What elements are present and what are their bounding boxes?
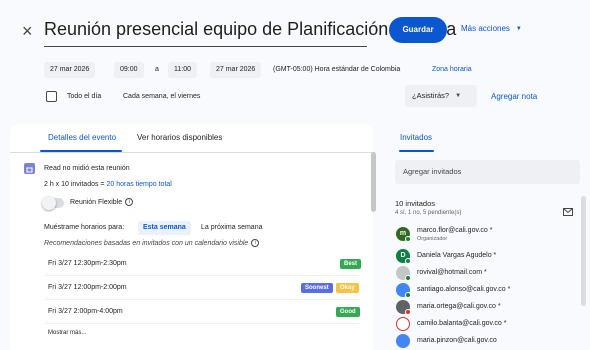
- time-separator: a: [155, 66, 159, 73]
- details-scrollbar[interactable]: [371, 152, 376, 212]
- slot-option[interactable]: Fri 3/27 2:00pm-4:00pm: [48, 307, 123, 317]
- recurrence-dropdown[interactable]: Cada semana, el viernes: [123, 90, 200, 104]
- slot-divider: [44, 275, 359, 276]
- best-badge: Best: [340, 259, 362, 269]
- avatar: [396, 334, 410, 348]
- info-icon[interactable]: i: [125, 198, 134, 207]
- accepted-icon: [405, 236, 411, 242]
- all-day-checkbox[interactable]: [46, 91, 57, 102]
- tab-divider: [10, 152, 373, 153]
- time-summary-prefix: 2 h x 10 invitados =: [44, 181, 107, 188]
- save-button[interactable]: Guardar: [389, 17, 447, 43]
- flexible-toggle-knob[interactable]: [42, 196, 56, 210]
- accepted-icon: [405, 275, 411, 281]
- guests-scrollbar[interactable]: [581, 196, 586, 306]
- avatar: [396, 317, 410, 331]
- end-date-chip[interactable]: 27 mar 2026: [210, 62, 262, 78]
- show-more-link[interactable]: Mostrar más...: [48, 328, 86, 338]
- guest-email[interactable]: camilo.balanta@cali.gov.co *: [417, 319, 506, 329]
- okay-badge: Okay: [336, 283, 359, 293]
- more-actions-button[interactable]: Más acciones ▼: [461, 24, 522, 33]
- accepted-icon: [405, 258, 411, 264]
- close-icon[interactable]: ×: [22, 22, 33, 40]
- active-tab-indicator: [399, 150, 434, 152]
- email-guests-icon[interactable]: [563, 203, 573, 216]
- all-day-label: Todo el día: [67, 93, 102, 100]
- tab-guests[interactable]: Invitados: [400, 132, 432, 144]
- read-status: Read no midió esta reunión: [44, 165, 130, 172]
- timezone-link[interactable]: Zona horaria: [432, 62, 472, 78]
- start-time-chip[interactable]: 09:00: [114, 62, 144, 78]
- recommendations-text: Recomendaciones basadas en invitados con…: [44, 240, 249, 247]
- chevron-down-icon: ▼: [455, 93, 462, 99]
- info-icon[interactable]: i: [251, 239, 260, 248]
- slot-option[interactable]: Fri 3/27 12:30pm-2:30pm: [48, 259, 127, 269]
- show-times-label: Muéstrame horarios para:: [44, 224, 125, 231]
- end-time-chip[interactable]: 11:00: [168, 62, 197, 78]
- this-week-button[interactable]: Esta semana: [138, 221, 191, 235]
- add-note-link[interactable]: Agregar nota: [491, 90, 537, 104]
- slot-divider: [44, 323, 359, 324]
- flexible-label-text: Reunión Flexible: [70, 199, 123, 206]
- guest-role: Organizador: [417, 236, 448, 242]
- timezone-text: (GMT-05:00) Hora estándar de Colombia: [273, 66, 401, 73]
- add-guests-input[interactable]: Agregar invitados: [395, 160, 580, 184]
- guest-count: 10 invitados: [395, 199, 436, 208]
- event-title-field[interactable]: Reunión presencial equipo de Planificaci…: [44, 14, 457, 47]
- rsvp-dropdown[interactable]: ¿Asistirás? ▼: [405, 85, 477, 107]
- next-week-button[interactable]: La próxima semana: [201, 223, 262, 233]
- more-actions-label: Más acciones: [461, 24, 510, 33]
- flexible-meeting-label: Reunión Flexible i: [70, 198, 134, 208]
- guest-rsvp-summary: 4 sí, 1 no, 5 pendiente(s): [395, 210, 462, 216]
- tab-availability[interactable]: Ver horarios disponibles: [137, 132, 222, 144]
- tab-event-details[interactable]: Detalles del evento: [48, 132, 116, 144]
- guest-email[interactable]: Daniela Vargas Agudelo *: [417, 251, 496, 261]
- guest-email[interactable]: marco.flor@cali.gov.co *: [417, 226, 492, 236]
- time-summary-total[interactable]: 20 horas tiempo total: [106, 181, 171, 188]
- calendar-icon: [24, 163, 35, 174]
- chevron-down-icon: ▼: [515, 25, 522, 32]
- time-summary: 2 h x 10 invitados = 20 horas tiempo tot…: [44, 180, 172, 190]
- accepted-icon: [405, 292, 411, 298]
- guest-email[interactable]: rovival@hotmail.com *: [417, 268, 487, 278]
- event-title: Reunión presencial equipo de Planificaci…: [44, 19, 457, 39]
- active-tab-indicator: [40, 150, 122, 152]
- rsvp-label: ¿Asistirás?: [412, 91, 450, 100]
- guest-email[interactable]: santiago.alonso@cali.gov.co *: [417, 285, 510, 295]
- slot-option[interactable]: Fri 3/27 12:00pm-2:00pm: [48, 283, 127, 293]
- soonest-badge: Soonest: [301, 283, 333, 293]
- declined-icon: [405, 309, 411, 315]
- guest-email[interactable]: maria.ortega@cali.gov.co *: [417, 302, 501, 312]
- guest-email[interactable]: maria.pinzon@cali.gov.co: [417, 336, 497, 346]
- start-date-chip[interactable]: 27 mar 2026: [44, 62, 96, 78]
- good-badge: Good: [336, 307, 360, 317]
- recommendations-note: Recomendaciones basadas en invitados con…: [44, 239, 260, 249]
- slot-divider: [44, 299, 359, 300]
